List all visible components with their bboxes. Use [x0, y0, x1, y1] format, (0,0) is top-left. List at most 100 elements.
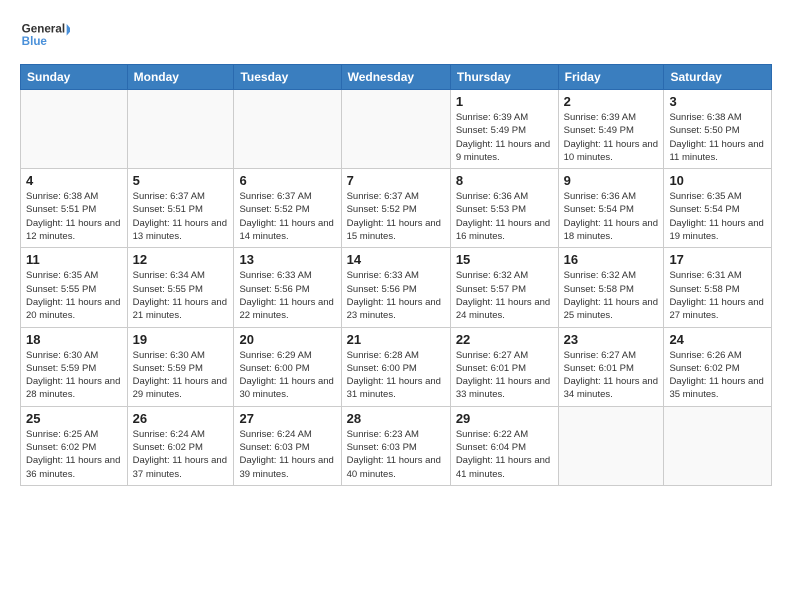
calendar-cell: 14Sunrise: 6:33 AM Sunset: 5:56 PM Dayli…: [341, 248, 450, 327]
day-number: 2: [564, 94, 659, 109]
day-number: 27: [239, 411, 335, 426]
day-number: 22: [456, 332, 553, 347]
day-number: 26: [133, 411, 229, 426]
calendar-cell: 17 Sunrise: 6:31 AM Sunset: 5:58 PM Dayli…: [664, 248, 772, 327]
day-info: Sunrise: 6:37 AM Sunset: 5:52 PM Dayligh…: [239, 190, 335, 243]
weekday-header-row: SundayMondayTuesdayWednesdayThursdayFrid…: [21, 65, 772, 90]
calendar-cell: [558, 406, 664, 485]
day-info: Sunrise: 6:39 AM Sunset: 5:49 PM Dayligh…: [564, 111, 659, 164]
calendar-week-row: 4 Sunrise: 6:38 AM Sunset: 5:51 PM Daylig…: [21, 169, 772, 248]
calendar-cell: 22 Sunrise: 6:27 AM Sunset: 6:01 PM Dayli…: [450, 327, 558, 406]
calendar-cell: 15 Sunrise: 6:32 AM Sunset: 5:57 PM Dayli…: [450, 248, 558, 327]
day-info: Sunrise: 6:38 AM Sunset: 5:51 PM Dayligh…: [26, 190, 122, 243]
day-number: 19: [133, 332, 229, 347]
day-info: Sunrise: 6:35 AM Sunset: 5:54 PM Dayligh…: [669, 190, 766, 243]
calendar-week-row: 25Sunrise: 6:25 AM Sunset: 6:02 PM Dayli…: [21, 406, 772, 485]
weekday-header: Sunday: [21, 65, 128, 90]
day-number: 5: [133, 173, 229, 188]
day-number: 23: [564, 332, 659, 347]
day-info: Sunrise: 6:27 AM Sunset: 6:01 PM Dayligh…: [456, 349, 553, 402]
calendar-cell: 20Sunrise: 6:29 AM Sunset: 6:00 PM Dayli…: [234, 327, 341, 406]
day-number: 7: [347, 173, 445, 188]
calendar: SundayMondayTuesdayWednesdayThursdayFrid…: [20, 64, 772, 486]
day-number: 9: [564, 173, 659, 188]
day-info: Sunrise: 6:30 AM Sunset: 5:59 PM Dayligh…: [26, 349, 122, 402]
calendar-cell: 9 Sunrise: 6:36 AM Sunset: 5:54 PM Daylig…: [558, 169, 664, 248]
day-info: Sunrise: 6:37 AM Sunset: 5:51 PM Dayligh…: [133, 190, 229, 243]
calendar-cell: 2 Sunrise: 6:39 AM Sunset: 5:49 PM Daylig…: [558, 90, 664, 169]
svg-text:General: General: [22, 22, 65, 35]
calendar-cell: 27 Sunrise: 6:24 AM Sunset: 6:03 PM Dayli…: [234, 406, 341, 485]
calendar-cell: 29 Sunrise: 6:22 AM Sunset: 6:04 PM Dayli…: [450, 406, 558, 485]
calendar-cell: 10 Sunrise: 6:35 AM Sunset: 5:54 PM Dayli…: [664, 169, 772, 248]
calendar-week-row: 18 Sunrise: 6:30 AM Sunset: 5:59 PM Dayli…: [21, 327, 772, 406]
calendar-cell: 4 Sunrise: 6:38 AM Sunset: 5:51 PM Daylig…: [21, 169, 128, 248]
logo: General Blue: [20, 16, 70, 52]
calendar-cell: 25Sunrise: 6:25 AM Sunset: 6:02 PM Dayli…: [21, 406, 128, 485]
day-number: 8: [456, 173, 553, 188]
day-number: 12: [133, 252, 229, 267]
calendar-cell: 8 Sunrise: 6:36 AM Sunset: 5:53 PM Daylig…: [450, 169, 558, 248]
calendar-cell: 1Sunrise: 6:39 AM Sunset: 5:49 PM Daylig…: [450, 90, 558, 169]
calendar-cell: [127, 90, 234, 169]
calendar-cell: 21 Sunrise: 6:28 AM Sunset: 6:00 PM Dayli…: [341, 327, 450, 406]
calendar-cell: 3 Sunrise: 6:38 AM Sunset: 5:50 PM Daylig…: [664, 90, 772, 169]
weekday-header: Thursday: [450, 65, 558, 90]
day-info: Sunrise: 6:23 AM Sunset: 6:03 PM Dayligh…: [347, 428, 445, 481]
day-info: Sunrise: 6:31 AM Sunset: 5:58 PM Dayligh…: [669, 269, 766, 322]
calendar-cell: [341, 90, 450, 169]
weekday-header: Friday: [558, 65, 664, 90]
day-info: Sunrise: 6:28 AM Sunset: 6:00 PM Dayligh…: [347, 349, 445, 402]
day-info: Sunrise: 6:33 AM Sunset: 5:56 PM Dayligh…: [347, 269, 445, 322]
day-info: Sunrise: 6:30 AM Sunset: 5:59 PM Dayligh…: [133, 349, 229, 402]
weekday-header: Wednesday: [341, 65, 450, 90]
day-number: 10: [669, 173, 766, 188]
day-info: Sunrise: 6:27 AM Sunset: 6:01 PM Dayligh…: [564, 349, 659, 402]
day-number: 15: [456, 252, 553, 267]
day-info: Sunrise: 6:37 AM Sunset: 5:52 PM Dayligh…: [347, 190, 445, 243]
calendar-cell: 6 Sunrise: 6:37 AM Sunset: 5:52 PM Daylig…: [234, 169, 341, 248]
calendar-cell: 26Sunrise: 6:24 AM Sunset: 6:02 PM Dayli…: [127, 406, 234, 485]
calendar-cell: 23 Sunrise: 6:27 AM Sunset: 6:01 PM Dayli…: [558, 327, 664, 406]
day-number: 28: [347, 411, 445, 426]
day-info: Sunrise: 6:36 AM Sunset: 5:54 PM Dayligh…: [564, 190, 659, 243]
calendar-cell: 11 Sunrise: 6:35 AM Sunset: 5:55 PM Dayli…: [21, 248, 128, 327]
calendar-cell: [664, 406, 772, 485]
day-info: Sunrise: 6:24 AM Sunset: 6:03 PM Dayligh…: [239, 428, 335, 481]
calendar-cell: 19 Sunrise: 6:30 AM Sunset: 5:59 PM Dayli…: [127, 327, 234, 406]
calendar-cell: 13 Sunrise: 6:33 AM Sunset: 5:56 PM Dayli…: [234, 248, 341, 327]
day-number: 29: [456, 411, 553, 426]
day-number: 17: [669, 252, 766, 267]
calendar-cell: 28 Sunrise: 6:23 AM Sunset: 6:03 PM Dayli…: [341, 406, 450, 485]
day-number: 6: [239, 173, 335, 188]
day-number: 18: [26, 332, 122, 347]
day-info: Sunrise: 6:36 AM Sunset: 5:53 PM Dayligh…: [456, 190, 553, 243]
day-info: Sunrise: 6:33 AM Sunset: 5:56 PM Dayligh…: [239, 269, 335, 322]
header: General Blue: [20, 16, 772, 52]
day-info: Sunrise: 6:32 AM Sunset: 5:57 PM Dayligh…: [456, 269, 553, 322]
day-number: 21: [347, 332, 445, 347]
day-number: 11: [26, 252, 122, 267]
calendar-cell: [21, 90, 128, 169]
day-info: Sunrise: 6:35 AM Sunset: 5:55 PM Dayligh…: [26, 269, 122, 322]
calendar-cell: 7 Sunrise: 6:37 AM Sunset: 5:52 PM Daylig…: [341, 169, 450, 248]
calendar-cell: 12 Sunrise: 6:34 AM Sunset: 5:55 PM Dayli…: [127, 248, 234, 327]
day-info: Sunrise: 6:26 AM Sunset: 6:02 PM Dayligh…: [669, 349, 766, 402]
day-info: Sunrise: 6:38 AM Sunset: 5:50 PM Dayligh…: [669, 111, 766, 164]
day-info: Sunrise: 6:29 AM Sunset: 6:00 PM Dayligh…: [239, 349, 335, 402]
calendar-cell: 16Sunrise: 6:32 AM Sunset: 5:58 PM Dayli…: [558, 248, 664, 327]
weekday-header: Saturday: [664, 65, 772, 90]
weekday-header: Monday: [127, 65, 234, 90]
day-number: 13: [239, 252, 335, 267]
day-number: 4: [26, 173, 122, 188]
calendar-cell: 24Sunrise: 6:26 AM Sunset: 6:02 PM Dayli…: [664, 327, 772, 406]
calendar-cell: [234, 90, 341, 169]
day-info: Sunrise: 6:22 AM Sunset: 6:04 PM Dayligh…: [456, 428, 553, 481]
calendar-cell: 18 Sunrise: 6:30 AM Sunset: 5:59 PM Dayli…: [21, 327, 128, 406]
day-number: 16: [564, 252, 659, 267]
weekday-header: Tuesday: [234, 65, 341, 90]
day-number: 3: [669, 94, 766, 109]
day-info: Sunrise: 6:25 AM Sunset: 6:02 PM Dayligh…: [26, 428, 122, 481]
page: General Blue SundayMondayTuesdayWednesda…: [0, 0, 792, 496]
day-info: Sunrise: 6:34 AM Sunset: 5:55 PM Dayligh…: [133, 269, 229, 322]
